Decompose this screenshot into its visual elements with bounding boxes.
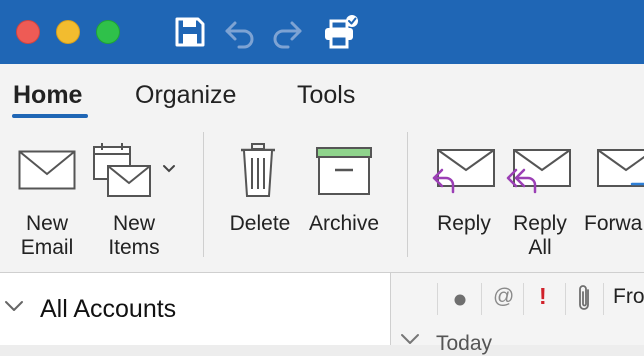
save-icon[interactable] xyxy=(173,15,207,49)
sync-icon[interactable] xyxy=(322,15,360,49)
undo-icon[interactable] xyxy=(223,15,257,49)
column-divider[interactable] xyxy=(523,283,524,315)
ribbon-separator xyxy=(407,132,408,257)
ribbon-separator xyxy=(203,132,204,257)
forward-button[interactable]: Forwa xyxy=(584,122,644,272)
new-items-button[interactable]: New Items xyxy=(92,122,184,272)
zoom-window-button[interactable] xyxy=(96,20,120,44)
from-column-header[interactable]: Fro xyxy=(613,285,644,309)
archive-label: Archive xyxy=(308,212,380,235)
new-items-label-line1: New xyxy=(112,212,155,235)
column-divider[interactable] xyxy=(481,283,482,315)
trash-icon xyxy=(241,143,275,197)
close-window-button[interactable] xyxy=(16,20,40,44)
column-divider[interactable] xyxy=(565,283,566,315)
reply-all-icon xyxy=(506,149,571,194)
archive-box-icon xyxy=(316,147,372,195)
ribbon: New Email New Items Delete Archive Reply… xyxy=(0,122,644,272)
mention-column-header[interactable]: @ xyxy=(493,285,514,309)
column-divider[interactable] xyxy=(603,283,604,315)
ribbon-tabs: Home Organize Tools xyxy=(0,64,644,122)
redo-icon[interactable] xyxy=(270,15,304,49)
minimize-window-button[interactable] xyxy=(56,20,80,44)
reply-all-label-line1: Reply xyxy=(513,212,567,235)
envelope-icon xyxy=(18,150,76,190)
new-items-label-line2: Items xyxy=(108,236,160,259)
new-items-icon xyxy=(93,143,151,197)
reply-all-button[interactable]: Reply All xyxy=(504,122,576,272)
reply-button[interactable]: Reply xyxy=(428,122,500,272)
new-email-label-line2: Email xyxy=(20,236,74,259)
message-list-pane: @ ! Fro xyxy=(391,272,644,345)
unread-dot-icon[interactable] xyxy=(453,293,467,307)
delete-button[interactable]: Delete xyxy=(224,122,296,272)
chevron-down-icon[interactable] xyxy=(162,164,176,174)
delete-label: Delete xyxy=(229,212,291,235)
reply-label: Reply xyxy=(437,212,491,235)
attachment-icon[interactable] xyxy=(577,283,593,313)
chevron-down-icon[interactable] xyxy=(4,299,24,313)
tab-tools[interactable]: Tools xyxy=(297,81,355,110)
importance-column-header[interactable]: ! xyxy=(539,283,547,310)
column-divider[interactable] xyxy=(437,283,438,315)
folder-pane: All Accounts xyxy=(0,272,390,345)
reply-icon xyxy=(432,149,495,194)
forward-label: Forwa xyxy=(584,212,643,235)
active-tab-indicator xyxy=(12,114,88,118)
new-email-label-line1: New xyxy=(25,212,68,235)
reply-all-label-line2: All xyxy=(528,236,552,259)
all-accounts-label[interactable]: All Accounts xyxy=(40,295,176,324)
group-header-today: Today xyxy=(436,332,493,355)
title-bar xyxy=(0,0,644,64)
new-email-button[interactable]: New Email xyxy=(10,122,84,272)
tab-organize[interactable]: Organize xyxy=(135,81,236,110)
tab-home[interactable]: Home xyxy=(13,81,82,110)
forward-icon xyxy=(597,149,644,187)
archive-button[interactable]: Archive xyxy=(304,122,384,272)
